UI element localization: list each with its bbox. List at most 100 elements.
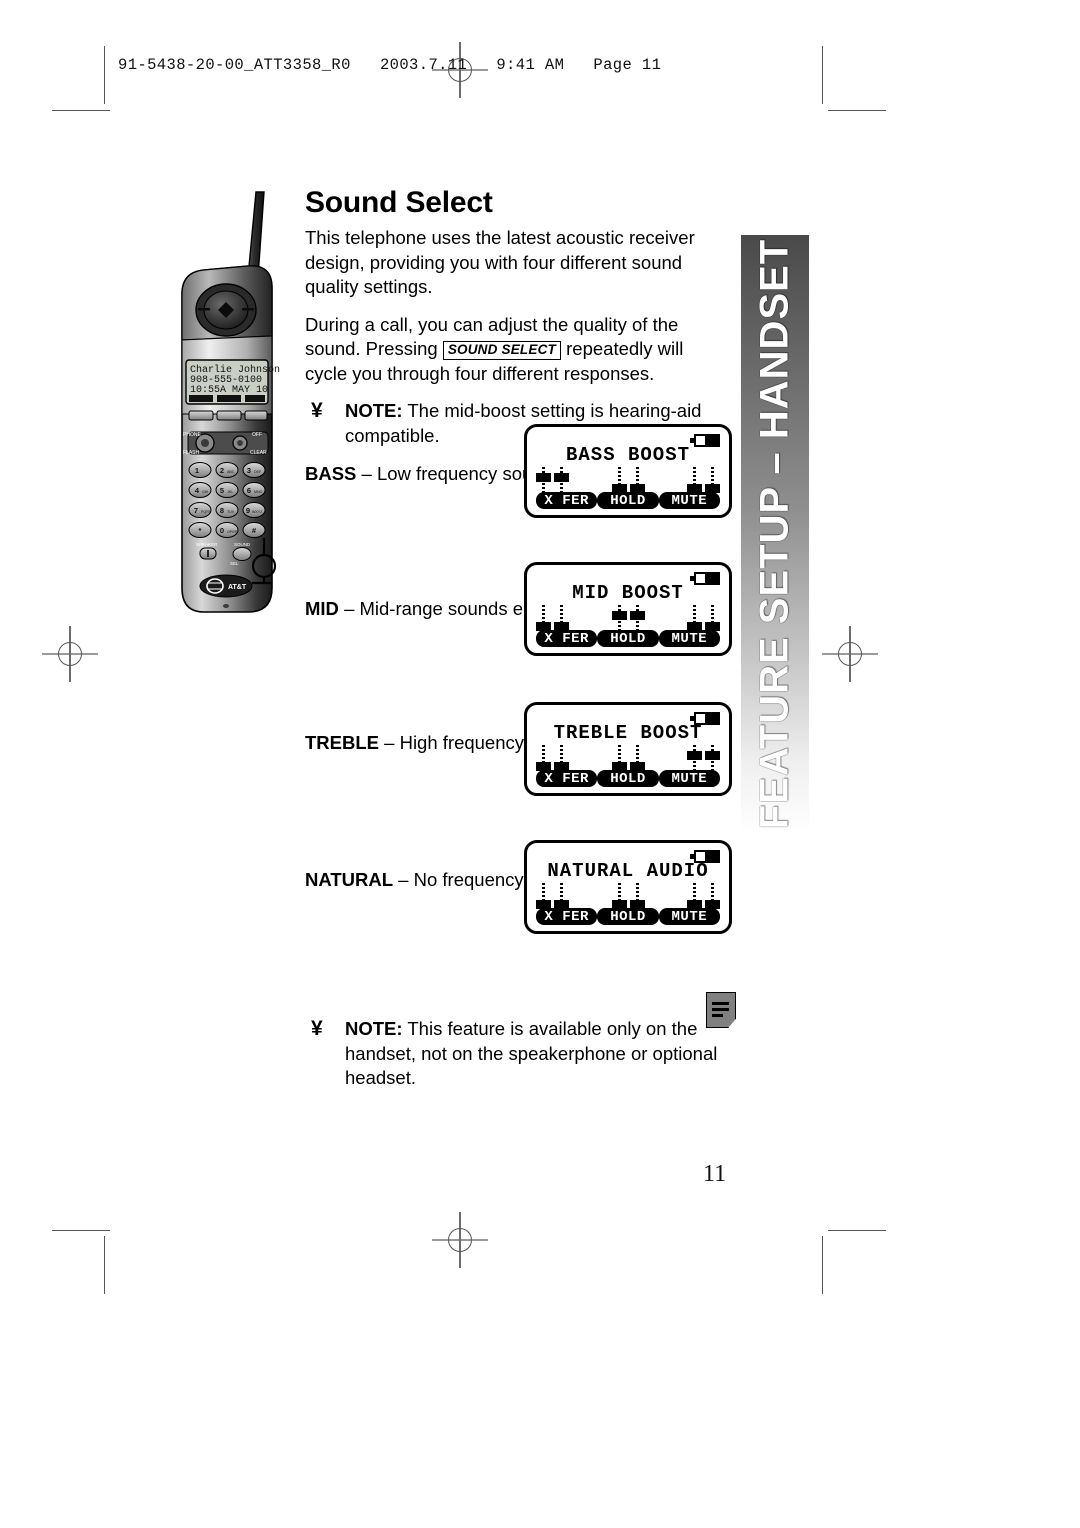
page-title: Sound Select	[305, 186, 493, 219]
registration-mark-left	[42, 626, 98, 682]
mode-dash: –	[361, 463, 372, 484]
page-line	[712, 1014, 723, 1017]
handset-brand-label: AT&T	[228, 584, 247, 591]
handset-label-clear: CLEAR	[250, 450, 267, 456]
usage-paragraph: During a call, you can adjust the qualit…	[305, 313, 730, 387]
svg-text:MNO: MNO	[254, 490, 263, 494]
handset-microphone	[223, 604, 229, 608]
svg-text:*: *	[199, 526, 202, 535]
mode-name: MID	[305, 597, 339, 619]
note-label: NOTE:	[345, 400, 403, 421]
svg-text:DEF: DEF	[254, 470, 262, 474]
svg-text:2: 2	[220, 466, 224, 475]
lcd-softkey: HOLD	[597, 908, 659, 925]
registration-circle	[58, 642, 82, 666]
svg-text:6: 6	[247, 486, 251, 495]
handset-sound-select-button	[232, 547, 252, 561]
handset-softkey-3	[244, 410, 268, 421]
mode-dash: –	[398, 868, 409, 890]
svg-text:JKL: JKL	[227, 490, 233, 494]
crop-line	[828, 1230, 886, 1231]
handset-speaker-slot-right	[242, 308, 254, 311]
note-label: NOTE:	[345, 1018, 403, 1039]
handset-label-sound: SOUND	[234, 542, 251, 547]
page-line	[712, 1002, 729, 1005]
mode-name: BASS	[305, 463, 357, 484]
handset-illustration: Charlie Johnson 908-555-0100 10:55A MAY …	[160, 182, 312, 618]
svg-text:WXYZ: WXYZ	[252, 510, 263, 514]
lcd-softkey: MUTE	[658, 492, 720, 509]
svg-text:5: 5	[220, 486, 224, 495]
handset-off-clear-center	[237, 440, 243, 446]
lcd-softkey: MUTE	[658, 770, 720, 787]
svg-text:1: 1	[195, 466, 199, 475]
mode-dash: –	[384, 732, 395, 753]
lcd-softkey-row: X FER HOLD MUTE	[536, 630, 720, 647]
svg-text:OPER: OPER	[227, 530, 238, 534]
lcd-softkey-row: X FER HOLD MUTE	[536, 908, 720, 925]
lcd-title: BASS BOOST	[565, 444, 691, 466]
intro-paragraph: This telephone uses the latest acoustic …	[305, 227, 695, 297]
handset-lcd-softkey-exit	[245, 395, 265, 402]
page-line	[712, 1008, 729, 1011]
handset-label-phone: PHONE	[183, 432, 201, 438]
lcd-title: TREBLE BOOST	[553, 722, 703, 744]
lcd-softkey: MUTE	[658, 630, 720, 647]
lcd-softkey: HOLD	[597, 770, 659, 787]
svg-text:GHI: GHI	[202, 490, 208, 494]
yen-note-icon: ¥	[311, 1017, 323, 1040]
handset-speaker-slot-left	[198, 308, 210, 311]
lcd-title: MID BOOST	[572, 582, 684, 604]
yen-note-icon: ¥	[311, 399, 323, 422]
lcd-softkey-row: X FER HOLD MUTE	[536, 770, 720, 787]
handset-antenna	[247, 191, 265, 278]
handset-label-sel: SEL	[230, 561, 239, 566]
registration-mark-right	[822, 626, 878, 682]
mode-name: NATURAL	[305, 868, 394, 890]
lcd-softkey: MUTE	[658, 908, 720, 925]
handset-speakerphone-glyph	[207, 550, 209, 557]
svg-text:PQRS: PQRS	[201, 510, 212, 514]
page-reference-icon	[706, 992, 736, 1028]
svg-text:7: 7	[194, 506, 198, 515]
handset-lcd-softkey-dial	[189, 395, 213, 402]
crop-line	[822, 1236, 823, 1294]
registration-mark-bottom	[432, 1212, 488, 1268]
crop-line	[828, 110, 886, 111]
handset-softkey-2	[216, 410, 242, 421]
lcd-bass-boost: BASS BOOST X FER HOLD MUTE	[524, 424, 732, 518]
svg-text:3: 3	[247, 466, 251, 475]
registration-circle	[838, 642, 862, 666]
fader-knob	[629, 611, 645, 621]
side-tab-label: FEATURE SETUP – HANDSET	[752, 238, 797, 830]
section-side-tab: FEATURE SETUP – HANDSET	[741, 235, 809, 833]
lcd-treble-boost: TREBLE BOOST X FER HOLD MUTE	[524, 702, 732, 796]
handset-label-off: OFF	[252, 432, 262, 438]
crop-line	[52, 110, 110, 111]
lcd-softkey: X FER	[536, 492, 598, 509]
fader-knob	[687, 751, 702, 761]
lcd-natural-audio: NATURAL AUDIO X FER HOLD MUTE	[524, 840, 732, 934]
lcd-softkey: X FER	[536, 908, 598, 925]
fader-knob	[611, 611, 627, 621]
note-handset-only: ¥ NOTE: This feature is available only o…	[305, 1017, 730, 1091]
lcd-title: NATURAL AUDIO	[547, 860, 709, 882]
mode-name: TREBLE	[305, 732, 379, 753]
fader-knob	[554, 473, 569, 483]
mode-dash: –	[344, 597, 355, 619]
handset-lcd-line3: 10:55A MAY 10	[190, 385, 268, 396]
svg-text:ABC: ABC	[227, 470, 235, 474]
handset-phone-flash-center	[201, 439, 209, 447]
lcd-softkey-row: X FER HOLD MUTE	[536, 492, 720, 509]
lcd-softkey: HOLD	[597, 492, 659, 509]
fader-knob	[705, 751, 720, 761]
handset-label-speaker: SPEAKER	[196, 542, 218, 547]
lcd-mid-boost: MID BOOST X FER HOLD MUTE	[524, 562, 732, 656]
lcd-softkey: X FER	[536, 770, 598, 787]
svg-text:TUV: TUV	[227, 510, 235, 514]
crop-line	[104, 46, 105, 104]
svg-text:8: 8	[220, 506, 224, 515]
handset-softkey-1	[188, 410, 214, 421]
lcd-softkey: HOLD	[597, 630, 659, 647]
crop-line	[52, 1230, 110, 1231]
